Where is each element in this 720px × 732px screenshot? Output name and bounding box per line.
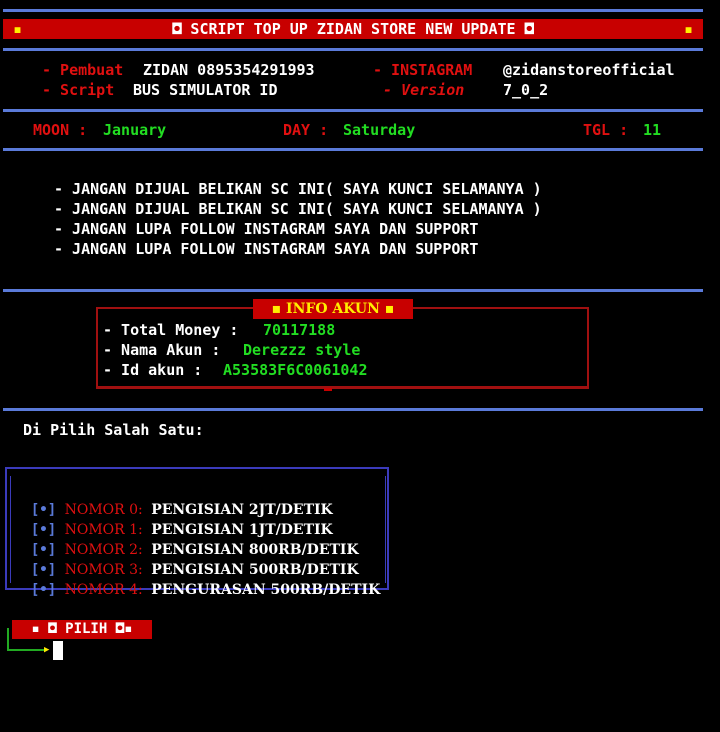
version-value: 7_0_2 <box>503 81 549 99</box>
tgl-label: TGL : <box>583 121 629 139</box>
arrow-tip-icon: ▶ <box>44 645 50 655</box>
total-money-label: - Total Money : <box>103 321 239 339</box>
divider <box>3 109 703 112</box>
tgl-value: 11 <box>643 121 662 139</box>
total-money-value: 70117188 <box>263 321 336 339</box>
script-value: BUS SIMULATOR ID <box>133 81 278 99</box>
id-akun-value: A53583F6C0061042 <box>223 361 368 379</box>
option-description: PENGURASAN 500RB/DETIK <box>151 582 381 598</box>
moon-label: MOON : <box>33 121 88 139</box>
instagram-value: @zidanstoreofficial <box>503 61 675 79</box>
id-akun-label: - Id akun : <box>103 361 203 379</box>
pilih-label: ▪ ◘ PILIH ◘▪ <box>12 620 152 639</box>
notice-line: - JANGAN DIJUAL BELIKAN SC INI( SAYA KUN… <box>54 200 542 218</box>
notice-line: - JANGAN LUPA FOLLOW INSTAGRAM SAYA DAN … <box>54 220 479 238</box>
divider <box>3 48 703 51</box>
bullet-icon: ▪ <box>683 20 693 38</box>
divider <box>3 148 703 151</box>
box-tick <box>324 388 332 391</box>
page-title: ◘ SCRIPT TOP UP ZIDAN STORE NEW UPDATE ◘ <box>172 20 534 38</box>
notice-line: - JANGAN LUPA FOLLOW INSTAGRAM SAYA DAN … <box>54 240 479 258</box>
account-info-heading: ▪ INFO AKUN ▪ <box>253 299 413 319</box>
choose-prompt: Di Pilih Salah Satu: <box>23 421 204 439</box>
day-value: Saturday <box>343 121 416 139</box>
divider <box>3 9 703 12</box>
menu-option-4[interactable]: [•] NOMOR 4: PENGURASAN 500RB/DETIK <box>14 560 380 600</box>
notice-line: - JANGAN DIJUAL BELIKAN SC INI( SAYA KUN… <box>54 180 542 198</box>
divider <box>3 289 703 292</box>
bullet-icon: [•] <box>30 582 57 598</box>
divider <box>3 408 703 411</box>
moon-value: January <box>103 121 167 139</box>
version-label: - Version <box>383 81 465 99</box>
nama-akun-value: Derezzz style <box>243 341 361 359</box>
pembuat-label: - Pembuat <box>42 61 124 79</box>
input-cursor[interactable] <box>53 641 63 660</box>
day-label: DAY : <box>283 121 329 139</box>
script-label: - Script <box>42 81 115 99</box>
prompt-arrow <box>7 628 9 650</box>
instagram-label: - INSTAGRAM <box>373 61 473 79</box>
pembuat-value: ZIDAN 0895354291993 <box>143 61 315 79</box>
option-number: NOMOR 4: <box>64 582 143 598</box>
title-banner: ▪ ◘ SCRIPT TOP UP ZIDAN STORE NEW UPDATE… <box>3 19 703 39</box>
nama-akun-label: - Nama Akun : <box>103 341 221 359</box>
prompt-arrow <box>7 649 45 651</box>
